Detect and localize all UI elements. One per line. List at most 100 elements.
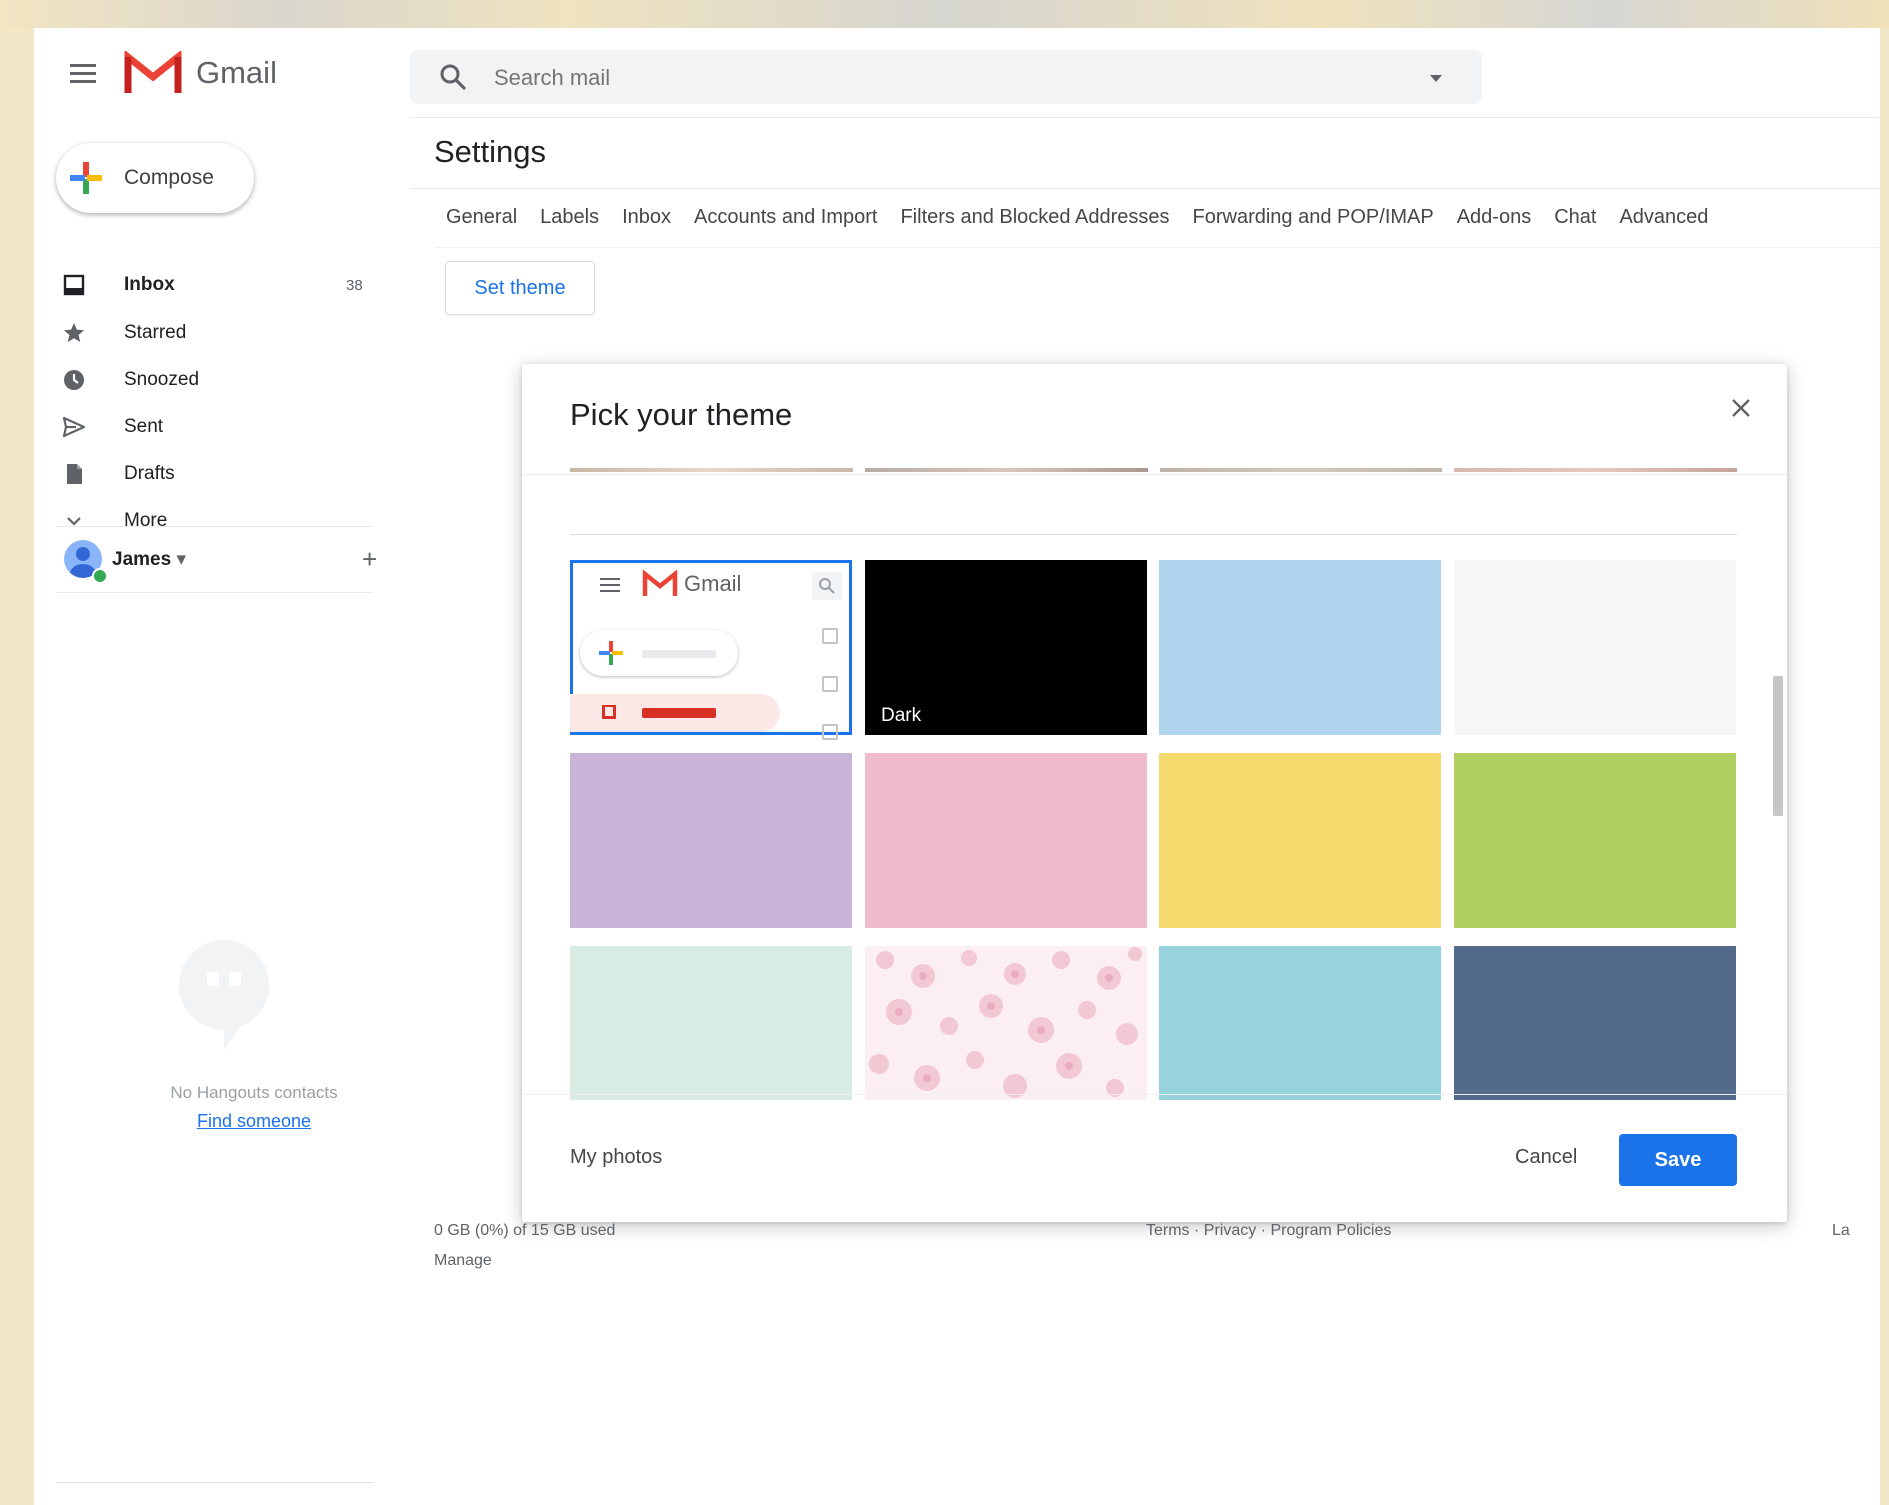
window-backdrop [0,0,1889,28]
mini-checkbox [822,628,838,644]
hangouts-user-row[interactable]: James ▾ + [56,536,377,584]
compose-label: Compose [124,166,214,189]
set-theme-button[interactable]: Set theme [445,261,595,315]
tabs-divider [434,247,1880,248]
tab-labels[interactable]: Labels [540,206,599,229]
sidebar-item-label: Starred [124,322,187,343]
theme-tile-cherry-blossom[interactable] [865,946,1147,1100]
theme-grid: Gmail Dark [570,560,1737,1100]
search-options-caret-icon[interactable] [1430,75,1442,82]
mini-inbox-bar [642,708,716,718]
theme-tile-label: Dark [881,705,922,726]
sidebar-item-label: More [124,510,168,531]
mini-logo-text: Gmail [684,571,742,596]
sidebar-item-starred[interactable]: Starred [34,310,374,356]
policy-links[interactable]: Terms · Privacy · Program Policies [1146,1222,1391,1240]
theme-tile-yellow[interactable] [1159,753,1441,928]
hangouts-bubble-icon [179,940,269,1050]
theme-tile-light-blue[interactable] [1159,560,1441,735]
find-someone-link[interactable]: Find someone [94,1111,414,1132]
theme-tile-teal[interactable] [1159,946,1441,1100]
gmail-logo[interactable]: Gmail [124,51,277,95]
sidebar-item-sent[interactable]: Sent [34,404,374,450]
gmail-m-icon [642,570,678,596]
sidebar-item-label: Inbox [124,274,175,295]
close-icon [1732,399,1750,417]
mini-gmail-header: Gmail [570,560,852,610]
sidebar-item-label: Drafts [124,463,175,484]
theme-tile-lavender[interactable] [570,753,852,928]
theme-section-divider [570,534,1737,535]
sidebar-divider [56,592,374,593]
save-button[interactable]: Save [1619,1134,1737,1186]
gmail-window: Gmail Compose Inbox [34,28,1880,1505]
sidebar-item-drafts[interactable]: Drafts [34,451,374,497]
storage-usage-text: 0 GB (0%) of 15 GB used [434,1222,616,1239]
online-status-dot [92,568,108,584]
theme-tile-green[interactable] [1454,753,1736,928]
tab-forwarding[interactable]: Forwarding and POP/IMAP [1193,206,1434,229]
clock-icon [62,368,86,392]
inbox-count: 38 [346,276,363,294]
sidebar-bottom-divider [56,1482,374,1483]
search-bar[interactable] [410,50,1482,104]
compose-plus-icon [66,158,106,198]
mini-gmail-logo: Gmail [642,570,741,598]
user-name-text: James [112,549,172,570]
star-icon [62,321,86,345]
sidebar-divider [56,526,374,527]
theme-thumbnail-edge [864,468,1148,472]
last-activity-text: La [1832,1222,1850,1239]
close-button[interactable] [1723,390,1759,426]
my-photos-link[interactable]: My photos [570,1146,662,1169]
sidebar-item-label: Sent [124,416,164,437]
search-icon[interactable] [438,62,468,97]
theme-tile-dark[interactable]: Dark [865,560,1147,735]
tab-general[interactable]: General [446,206,517,229]
tab-inbox[interactable]: Inbox [622,206,671,229]
chevron-down-icon [62,509,86,533]
tab-accounts-and-import[interactable]: Accounts and Import [694,206,877,229]
tab-filters[interactable]: Filters and Blocked Addresses [900,206,1169,229]
compose-button[interactable]: Compose [56,143,254,213]
theme-thumbnail-edge [570,468,853,472]
search-input[interactable] [492,58,1396,98]
sidebar-item-label: Snoozed [124,369,200,390]
theme-grid-scrollbar[interactable] [1773,676,1783,816]
theme-tile-light-gray[interactable] [1454,560,1736,735]
cancel-button[interactable]: Cancel [1515,1146,1577,1169]
send-icon [62,415,86,439]
theme-tile-pink[interactable] [865,753,1147,928]
sidebar-item-snoozed[interactable]: Snoozed [34,357,374,403]
mini-compose-button [580,630,738,676]
tab-advanced[interactable]: Advanced [1619,206,1708,229]
header-divider [410,117,1880,118]
dialog-footer-divider [522,1094,1787,1095]
add-contact-plus-icon[interactable]: + [362,544,377,575]
mini-compose-bar [642,650,716,658]
main-menu-button[interactable] [68,58,98,88]
tab-chat[interactable]: Chat [1554,206,1596,229]
mini-search-box [812,572,842,600]
draft-icon [62,462,86,486]
sidebar-item-inbox[interactable]: Inbox 38 [34,262,374,308]
theme-thumbnail-edge [1454,468,1737,472]
theme-tile-mint[interactable] [570,946,852,1100]
theme-tile-default[interactable]: Gmail [570,560,852,740]
no-contacts-text: No Hangouts contacts [170,1083,338,1102]
search-icon [819,578,835,594]
inbox-icon [602,705,616,719]
theme-thumbnail-edge [1159,468,1443,472]
floral-pattern-image [869,947,1142,1098]
hamburger-menu-icon [70,64,96,83]
hangouts-user-name[interactable]: James ▾ [112,548,186,571]
theme-tile-slate-blue[interactable] [1454,946,1736,1100]
scroll-shadow [522,474,1787,476]
mini-inbox-row [570,694,780,732]
settings-tabs: General Labels Inbox Accounts and Import… [446,206,1708,229]
compose-plus-icon [599,641,623,665]
user-menu-caret-icon: ▾ [176,549,186,570]
theme-picker-dialog: Pick your theme Gmail Dark My photos Can… [522,364,1787,1222]
manage-storage-link[interactable]: Manage [434,1252,492,1270]
tab-add-ons[interactable]: Add-ons [1457,206,1532,229]
